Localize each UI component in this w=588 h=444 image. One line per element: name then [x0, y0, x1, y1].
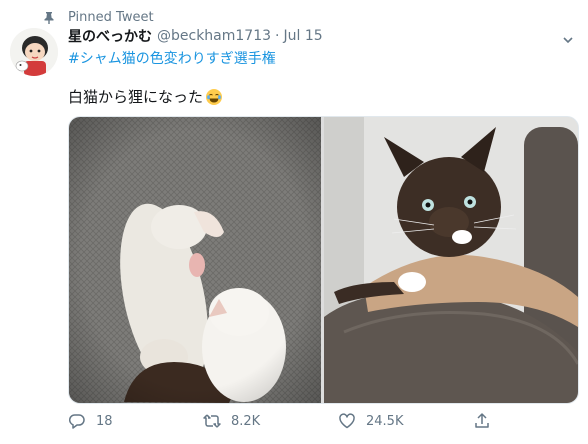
- hashtag-link[interactable]: #シャム猫の色変わりすぎ選手権: [68, 48, 276, 68]
- avatar[interactable]: [10, 28, 58, 76]
- user-handle[interactable]: @beckham1713: [157, 28, 271, 44]
- reply-count: 18: [96, 413, 113, 429]
- pinned-indicator: Pinned Tweet: [42, 8, 154, 26]
- photo-white-kittens[interactable]: [69, 117, 321, 403]
- like-count: 24.5K: [366, 413, 404, 429]
- tweet-actions: 18 8.2K 24.5K: [68, 412, 508, 434]
- like-icon: [339, 413, 355, 429]
- caret-down-icon[interactable]: [562, 31, 574, 44]
- tweet-header: 星のべっかむ @beckham1713 · Jul 15: [68, 26, 574, 46]
- reply-button[interactable]: 18: [68, 412, 113, 430]
- retweet-button[interactable]: 8.2K: [203, 412, 260, 430]
- display-name[interactable]: 星のべっかむ: [68, 26, 152, 46]
- reply-icon: [68, 414, 85, 429]
- retweet-count: 8.2K: [231, 413, 261, 429]
- pinned-label: Pinned Tweet: [68, 9, 154, 25]
- photo-siamese-cat[interactable]: [324, 117, 578, 403]
- retweet-icon: [203, 414, 221, 428]
- separator-dot: ·: [275, 28, 280, 44]
- share-icon: [475, 413, 489, 428]
- like-button[interactable]: 24.5K: [338, 412, 403, 430]
- joy-face-icon: [205, 88, 223, 106]
- tweet-date[interactable]: Jul 15: [283, 28, 322, 44]
- share-button[interactable]: [473, 412, 501, 430]
- pin-icon: [42, 10, 56, 24]
- tweet-body: 白猫から狸になった: [68, 88, 204, 106]
- media-grid: [68, 116, 579, 404]
- tweet-text: 白猫から狸になった: [68, 86, 223, 107]
